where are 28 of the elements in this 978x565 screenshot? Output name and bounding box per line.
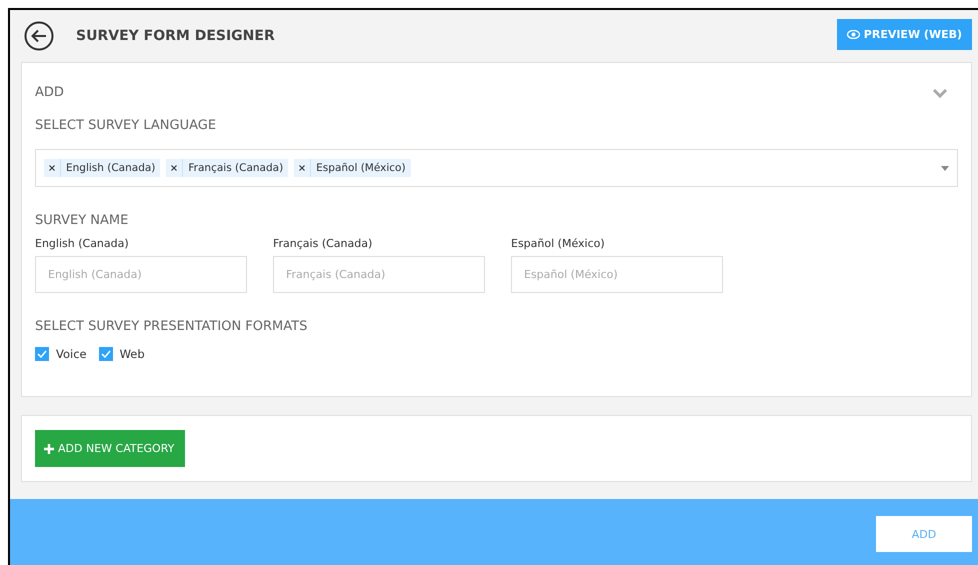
eye-icon [846,30,860,39]
plus-icon [43,442,55,454]
page-title: SURVEY FORM DESIGNER [76,28,276,44]
tag-label: Español (México) [315,162,407,174]
add-category-button[interactable]: ADD NEW CATEGORY [35,430,186,467]
tag-label: Français (Canada) [187,162,284,174]
field-label: Español (México) [511,237,606,250]
remove-icon[interactable] [299,165,306,171]
preview-button[interactable]: PREVIEW (WEB) [836,19,972,50]
checkbox-label: Web [120,347,145,361]
name-input[interactable]: Français (Canada) [273,256,485,293]
remove-icon[interactable] [49,165,55,171]
tag-label: English (Canada) [65,162,156,174]
checkbox[interactable] [35,347,49,361]
section-title: ADD [35,85,64,100]
dropdown-caret-icon[interactable] [941,166,949,170]
add-button[interactable]: ADD [876,516,972,552]
section-label: SELECT SURVEY PRESENTATION FORMATS [35,319,308,334]
section-label: SELECT SURVEY LANGUAGE [35,118,218,133]
remove-icon[interactable] [171,165,178,171]
section-label: SURVEY NAME [35,213,130,228]
field-label: Français (Canada) [273,237,374,250]
checkbox-label: Voice [56,347,87,361]
checkbox[interactable] [98,347,113,361]
language-select[interactable]: English (Canada) Français (Canada) Español (México) [35,149,958,187]
name-input[interactable]: English (Canada) [35,256,247,293]
field-label: English (Canada) [35,237,130,250]
name-input[interactable]: Español (México) [511,256,723,293]
